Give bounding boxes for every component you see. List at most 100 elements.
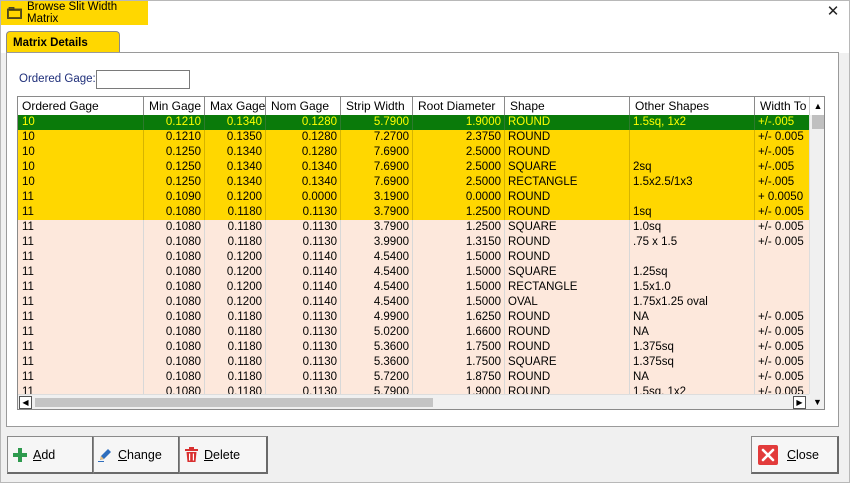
cell-shape: SQUARE xyxy=(505,355,630,370)
cell-max-gage: 0.1340 xyxy=(205,175,266,190)
cell-nom-gage: 0.1140 xyxy=(266,265,341,280)
pencil-icon xyxy=(98,447,112,462)
table-row[interactable]: 11 0.1090 0.1200 0.0000 3.1900 0.0000 ROUND + 0… xyxy=(18,190,815,205)
cell-min-gage: 0.1080 xyxy=(144,340,205,355)
cell-nom-gage: 0.1130 xyxy=(266,205,341,220)
cell-min-gage: 0.1210 xyxy=(144,130,205,145)
cell-ordered-gage: 11 xyxy=(18,220,144,235)
table-row[interactable]: 11 0.1080 0.1180 0.1130 4.9900 1.6250 ROUND NA +… xyxy=(18,310,815,325)
cell-shape: ROUND xyxy=(505,190,630,205)
tab-strip: Matrix Details xyxy=(1,25,849,54)
cell-width-tolerance: +/-.005 xyxy=(755,115,815,130)
cell-max-gage: 0.1180 xyxy=(205,340,266,355)
cell-min-gage: 0.1080 xyxy=(144,370,205,385)
cell-ordered-gage: 11 xyxy=(18,190,144,205)
table-row[interactable]: 10 0.1250 0.1340 0.1340 7.6900 2.5000 SQUARE 2s… xyxy=(18,160,815,175)
cell-width-tolerance xyxy=(755,265,815,280)
cell-other-shapes: 1.5x2.5/1x3 xyxy=(630,175,755,190)
cell-shape: ROUND xyxy=(505,145,630,160)
cell-min-gage: 0.1080 xyxy=(144,205,205,220)
scroll-right-arrow-icon[interactable]: ▶ xyxy=(793,396,806,409)
column-header-width-tolerance[interactable]: Width To xyxy=(755,97,815,115)
cell-width-tolerance: +/- 0.005 xyxy=(755,370,815,385)
cell-min-gage: 0.1080 xyxy=(144,265,205,280)
cell-width-tolerance: +/-.005 xyxy=(755,175,815,190)
cell-ordered-gage: 10 xyxy=(18,130,144,145)
table-row[interactable]: 11 0.1080 0.1180 0.1130 5.0200 1.6600 ROUND NA +… xyxy=(18,325,815,340)
matrix-details-panel: Ordered Gage: Ordered Gage Min Gage Max Ga… xyxy=(6,52,839,427)
table-row[interactable]: 11 0.1080 0.1200 0.1140 4.5400 1.5000 SQUARE 1.… xyxy=(18,265,815,280)
table-row[interactable]: 11 0.1080 0.1200 0.1140 4.5400 1.5000 OVAL 1.75… xyxy=(18,295,815,310)
scroll-left-arrow-icon[interactable]: ◀ xyxy=(19,396,32,409)
vertical-scrollbar[interactable] xyxy=(809,115,824,394)
column-header-root-diameter[interactable]: Root Diameter xyxy=(413,97,505,115)
cell-strip-width: 5.7200 xyxy=(341,370,413,385)
matrix-grid[interactable]: Ordered Gage Min Gage Max Gage Nom Gage Stri… xyxy=(17,96,825,410)
cell-width-tolerance: + 0.0050 xyxy=(755,190,815,205)
table-row[interactable]: 11 0.1080 0.1180 0.1130 3.9900 1.3150 ROUND .75… xyxy=(18,235,815,250)
column-header-other-shapes[interactable]: Other Shapes xyxy=(630,97,755,115)
change-button[interactable]: Change xyxy=(93,436,180,474)
cell-root-diameter: 1.5000 xyxy=(413,280,505,295)
cell-ordered-gage: 11 xyxy=(18,265,144,280)
column-header-nom-gage[interactable]: Nom Gage xyxy=(266,97,341,115)
cell-other-shapes: 2sq xyxy=(630,160,755,175)
table-row[interactable]: 11 0.1080 0.1180 0.1130 3.7900 1.2500 ROUND 1sq… xyxy=(18,205,815,220)
cell-root-diameter: 1.3150 xyxy=(413,235,505,250)
column-header-ordered-gage[interactable]: Ordered Gage xyxy=(18,97,144,115)
table-row[interactable]: 11 0.1080 0.1180 0.1130 5.3600 1.7500 SQUARE 1.… xyxy=(18,355,815,370)
ordered-gage-input[interactable] xyxy=(96,70,190,89)
vertical-scroll-thumb[interactable] xyxy=(812,115,824,129)
table-row[interactable]: 11 0.1080 0.1200 0.1140 4.5400 1.5000 ROUND xyxy=(18,250,815,265)
cell-max-gage: 0.1340 xyxy=(205,160,266,175)
close-button[interactable]: Close xyxy=(751,436,839,474)
horizontal-scrollbar[interactable]: ◀ ▶ xyxy=(18,394,809,409)
cell-ordered-gage: 11 xyxy=(18,310,144,325)
scroll-down-arrow-icon[interactable]: ▼ xyxy=(809,394,824,409)
cell-ordered-gage: 11 xyxy=(18,280,144,295)
cell-ordered-gage: 11 xyxy=(18,295,144,310)
delete-button-label: Delete xyxy=(204,447,241,462)
scroll-up-arrow-icon[interactable]: ▲ xyxy=(809,97,824,115)
table-row[interactable]: 11 0.1080 0.1180 0.1130 5.7200 1.8750 ROUND NA +… xyxy=(18,370,815,385)
table-row[interactable]: 10 0.1250 0.1340 0.1340 7.6900 2.5000 RECTANGL… xyxy=(18,175,815,190)
cell-strip-width: 3.7900 xyxy=(341,220,413,235)
cell-min-gage: 0.1080 xyxy=(144,355,205,370)
window-close-icon[interactable]: ✕ xyxy=(825,4,841,20)
cell-min-gage: 0.1090 xyxy=(144,190,205,205)
table-row[interactable]: 11 0.1080 0.1180 0.1130 3.7900 1.2500 SQUARE 1.… xyxy=(18,220,815,235)
cell-other-shapes: 1.75x1.25 oval xyxy=(630,295,755,310)
table-row[interactable]: 11 0.1080 0.1180 0.1130 5.3600 1.7500 ROUND 1.3… xyxy=(18,340,815,355)
cell-shape: ROUND xyxy=(505,205,630,220)
column-header-max-gage[interactable]: Max Gage xyxy=(205,97,266,115)
cell-nom-gage: 0.1280 xyxy=(266,145,341,160)
cell-min-gage: 0.1250 xyxy=(144,175,205,190)
column-header-strip-width[interactable]: Strip Width xyxy=(341,97,413,115)
cell-strip-width: 4.5400 xyxy=(341,250,413,265)
table-row[interactable]: 11 0.1080 0.1200 0.1140 4.5400 1.5000 RECTANGL… xyxy=(18,280,815,295)
cell-width-tolerance xyxy=(755,295,815,310)
tab-matrix-details[interactable]: Matrix Details xyxy=(6,31,120,54)
cell-nom-gage: 0.0000 xyxy=(266,190,341,205)
column-header-shape[interactable]: Shape xyxy=(505,97,630,115)
cell-width-tolerance: +/- 0.005 xyxy=(755,355,815,370)
column-header-min-gage[interactable]: Min Gage xyxy=(144,97,205,115)
cell-nom-gage: 0.1130 xyxy=(266,235,341,250)
add-button-label: Add xyxy=(33,447,56,462)
cell-root-diameter: 1.7500 xyxy=(413,340,505,355)
add-button[interactable]: Add xyxy=(7,436,94,474)
table-row[interactable]: 10 0.1210 0.1350 0.1280 7.2700 2.3750 ROUND +/-… xyxy=(18,130,815,145)
title-tab: Browse Slit Width Matrix xyxy=(1,1,148,25)
cell-max-gage: 0.1180 xyxy=(205,220,266,235)
table-row[interactable]: 10 0.1210 0.1340 0.1280 5.7900 1.9000 ROUND 1.5… xyxy=(18,115,815,130)
cell-strip-width: 4.5400 xyxy=(341,265,413,280)
cell-nom-gage: 0.1130 xyxy=(266,370,341,385)
cell-root-diameter: 1.6600 xyxy=(413,325,505,340)
cell-width-tolerance: +/- 0.005 xyxy=(755,340,815,355)
cell-strip-width: 3.9900 xyxy=(341,235,413,250)
table-row[interactable]: 10 0.1250 0.1340 0.1280 7.6900 2.5000 ROUND +/-… xyxy=(18,145,815,160)
cell-strip-width: 7.2700 xyxy=(341,130,413,145)
cell-ordered-gage: 11 xyxy=(18,325,144,340)
delete-button[interactable]: Delete xyxy=(179,436,268,474)
horizontal-scroll-thumb[interactable] xyxy=(35,398,433,407)
